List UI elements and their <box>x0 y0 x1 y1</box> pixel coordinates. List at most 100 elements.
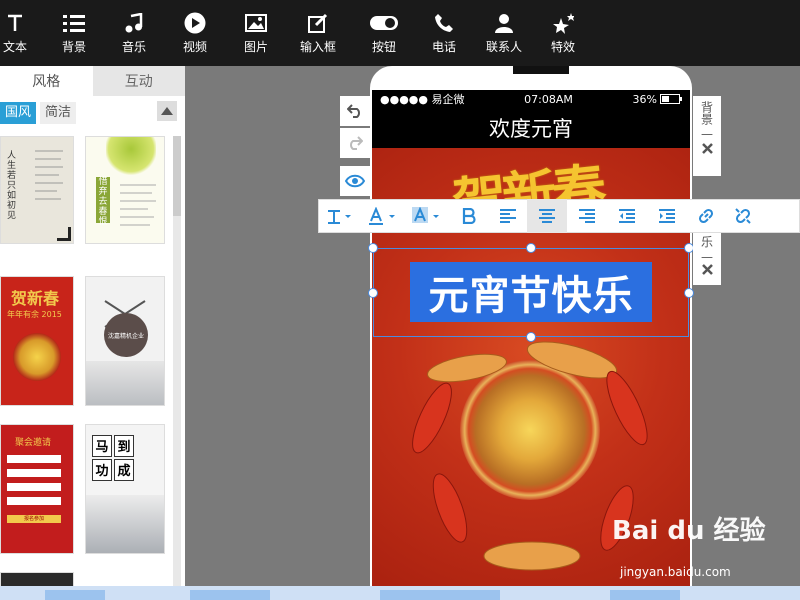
battery-status: 36% <box>633 93 682 106</box>
align-right-button[interactable] <box>567 199 607 233</box>
link-button[interactable] <box>687 199 725 233</box>
toolbar-label: 视频 <box>182 40 207 54</box>
tab-style[interactable]: 风格 <box>0 66 93 96</box>
template-thumb[interactable]: 惜弃去春恨 <box>85 136 165 244</box>
text-lines-decoration <box>31 147 67 207</box>
template-thumb-text: 贺新春 <box>11 289 60 308</box>
music-note-icon <box>123 12 145 34</box>
toolbar-label: 联系人 <box>485 40 522 54</box>
filter-chip-simple[interactable]: 简洁 <box>40 102 77 124</box>
form-field <box>7 469 61 477</box>
phone-icon <box>433 12 455 34</box>
toolbar-effect-button[interactable]: 特效 <box>524 0 602 66</box>
battery-text: 36% <box>632 92 657 106</box>
form-field <box>7 483 61 491</box>
resize-handle-w[interactable] <box>368 288 378 298</box>
resize-handle-nw[interactable] <box>368 243 378 253</box>
toolbar-contact-button[interactable]: 联系人 <box>484 0 524 66</box>
toolbar-input-button[interactable]: 输入框 <box>272 0 364 66</box>
form-field <box>7 455 61 463</box>
phone-speaker <box>513 66 569 74</box>
align-left-button[interactable] <box>489 199 527 233</box>
bottom-segment <box>610 590 680 600</box>
toolbar-text-button[interactable]: 文本 <box>0 0 30 66</box>
green-leaves-image <box>106 137 156 177</box>
toolbar-background-button[interactable]: 背景 <box>30 0 118 66</box>
page-title: 欢度元宵 <box>372 108 690 148</box>
template-thumb-text: 聚会邀请 <box>15 438 52 448</box>
toolbar-label: 文本 <box>2 40 27 54</box>
template-thumb-text: 报名参加 <box>7 515 61 523</box>
template-panel: 风格 互动 国风 简洁 人生若只如初见 惜弃去春恨 贺新春 年年有余 2015 … <box>0 66 185 586</box>
filter-chip-guofeng[interactable]: 国风 <box>0 102 37 124</box>
text-icon <box>4 12 26 34</box>
background-label[interactable]: 背景 <box>699 101 716 125</box>
template-thumb[interactable]: 聚会邀请 报名参加 <box>0 424 74 554</box>
bold-button[interactable] <box>449 199 489 233</box>
close-icon[interactable] <box>701 143 713 157</box>
undo-button[interactable] <box>340 96 370 126</box>
template-scrollbar[interactable] <box>173 136 181 586</box>
phone-top <box>370 66 692 90</box>
preview-button[interactable] <box>340 166 370 196</box>
template-thumb[interactable]: 沈嘉精机企业 <box>85 276 165 406</box>
element-label[interactable]: 乐 <box>701 233 713 250</box>
font-style-button[interactable] <box>319 199 361 233</box>
toolbar-image-button[interactable]: 图片 <box>240 0 272 66</box>
template-thumb-text: 人生若只如初见 <box>7 151 17 221</box>
toolbar-button-button[interactable]: 按钮 <box>364 0 404 66</box>
font-color-button[interactable] <box>361 199 405 233</box>
toolbar-music-button[interactable]: 音乐 <box>118 0 150 66</box>
undo-icon <box>347 104 360 118</box>
bold-icon <box>462 208 476 224</box>
person-icon <box>493 12 515 34</box>
toggle-icon <box>369 12 399 34</box>
template-thumb-text: 惜弃去春恨 <box>96 177 110 227</box>
toolbar-label: 图片 <box>243 40 268 54</box>
time-text: 07:08AM <box>524 92 573 106</box>
unlink-button[interactable] <box>725 199 761 233</box>
bottom-bar <box>0 586 800 600</box>
headline-text[interactable]: 元宵节快乐 <box>410 262 652 322</box>
unlink-icon <box>735 208 751 224</box>
bottom-segment <box>45 590 105 600</box>
template-thumb[interactable] <box>0 572 74 586</box>
close-icon[interactable] <box>701 264 713 278</box>
redo-button[interactable] <box>340 128 370 158</box>
template-thumb[interactable]: 马 到 功 成 <box>85 424 165 554</box>
scrollbar-thumb[interactable] <box>173 136 181 216</box>
outdent-icon <box>619 209 635 223</box>
align-left-icon <box>500 209 516 223</box>
toolbar-label: 特效 <box>550 40 575 54</box>
resize-handle-n[interactable] <box>526 243 536 253</box>
list-icon <box>63 12 85 34</box>
status-bar: ●●●●● 易企微 07:08AM 36% <box>372 90 690 108</box>
tab-interactive[interactable]: 互动 <box>92 66 185 96</box>
toolbar-label: 输入框 <box>299 40 336 54</box>
highlight-color-button[interactable] <box>405 199 449 233</box>
resize-handle-e[interactable] <box>684 288 694 298</box>
indent-button[interactable] <box>647 199 687 233</box>
baidu-watermark: Bai du 经验 <box>612 516 766 546</box>
toolbar-phone-button[interactable]: 电话 <box>404 0 484 66</box>
template-thumb-text: 马 <box>92 435 112 457</box>
koi-fish-decoration <box>412 341 648 571</box>
indent-icon <box>659 209 675 223</box>
resize-handle-s[interactable] <box>526 332 536 342</box>
toolbar-label: 背景 <box>61 40 86 54</box>
edit-icon <box>307 12 329 34</box>
template-grid: 人生若只如初见 惜弃去春恨 贺新春 年年有余 2015 沈嘉精机企业 聚会邀请 … <box>0 136 172 586</box>
template-thumb[interactable]: 人生若只如初见 <box>0 136 74 244</box>
template-thumb-text: 到 <box>114 435 134 457</box>
toolbar-video-button[interactable]: 视频 <box>150 0 240 66</box>
element-panel: 乐 — <box>693 233 721 285</box>
scroll-up-button[interactable] <box>157 101 177 121</box>
toolbar-label: 按钮 <box>371 40 396 54</box>
play-icon <box>184 12 206 34</box>
toolbar-label: 音乐 <box>121 40 146 54</box>
align-center-button[interactable] <box>527 199 567 233</box>
template-thumb[interactable]: 贺新春 年年有余 2015 <box>0 276 74 406</box>
outdent-button[interactable] <box>607 199 647 233</box>
template-thumb-text: 沈嘉精机企业 <box>104 313 148 357</box>
bottom-segment <box>190 590 270 600</box>
